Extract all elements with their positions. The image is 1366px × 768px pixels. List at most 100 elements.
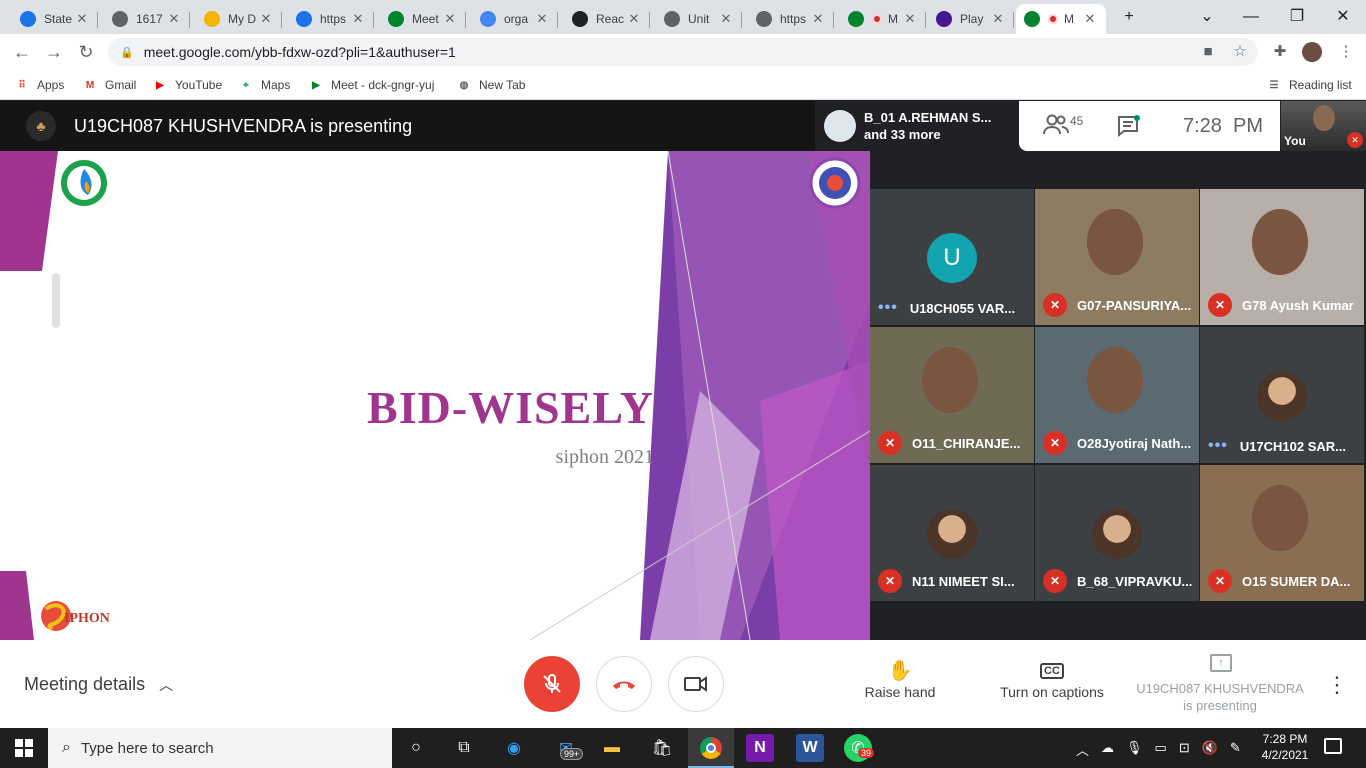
participant-tile[interactable]: ✕ N11 NIMEET SI...	[870, 465, 1034, 601]
notification-icon[interactable]	[1324, 738, 1342, 754]
participant-tile[interactable]: ✕ O15 SUMER DA...	[1200, 465, 1364, 601]
bookmark-item[interactable]: ▶ YouTube	[152, 76, 222, 94]
bookmark-item[interactable]: M Gmail	[82, 76, 137, 94]
meeting-details-label: Meeting details	[24, 674, 146, 694]
volume-muted-icon[interactable]: 🔇	[1202, 740, 1218, 759]
close-tab-icon[interactable]: ✕	[442, 11, 458, 27]
close-tab-icon[interactable]: ✕	[258, 11, 274, 27]
bookmark-item[interactable]: ◍ New Tab	[456, 76, 526, 94]
restore-button[interactable]: ❐	[1274, 4, 1320, 30]
chrome-taskbar-button[interactable]	[688, 728, 734, 768]
chat-button[interactable]	[1117, 115, 1141, 142]
globe-icon	[756, 11, 772, 27]
close-tab-icon[interactable]: ✕	[718, 11, 734, 27]
participant-tile[interactable]: ✕ G07-PANSURIYA...	[1035, 189, 1199, 325]
participant-tile[interactable]: ✕ B_68_VIPRAVKU...	[1035, 465, 1199, 601]
onedrive-icon[interactable]: ☁	[1101, 740, 1114, 759]
whatsapp-icon[interactable]: ✆ 39	[844, 734, 875, 762]
browser-tab[interactable]: M ✕	[1016, 4, 1106, 34]
browser-tab[interactable]: https ✕	[288, 4, 374, 34]
self-face	[1313, 105, 1335, 131]
camera-toggle-button[interactable]	[668, 656, 724, 712]
mic-off-icon: ✕	[1208, 569, 1232, 593]
bookmark-star-icon[interactable]: ☆	[1230, 42, 1250, 62]
mic-toggle-button[interactable]	[524, 656, 580, 712]
meeting-details-button[interactable]: Meeting details ︿	[24, 674, 173, 695]
more-options-icon[interactable]: ⋮	[1326, 672, 1348, 698]
profile-avatar[interactable]	[1302, 42, 1322, 62]
globe-icon: ◍	[459, 79, 469, 91]
raise-hand-button[interactable]: ✋ Raise hand	[860, 658, 940, 700]
meet-icon	[848, 11, 864, 27]
presenter-avatar: ♣	[26, 111, 56, 141]
bookmark-item[interactable]: ⌖ Maps	[238, 76, 290, 94]
close-tab-icon[interactable]: ✕	[534, 11, 550, 27]
browser-tab[interactable]: orga ✕	[472, 4, 558, 34]
browser-tab[interactable]: Reac ✕	[564, 4, 650, 34]
taskbar-search[interactable]: ⌕ Type here to search	[48, 728, 392, 768]
menu-kebab-icon[interactable]: ⋮	[1336, 42, 1356, 62]
close-tab-icon[interactable]: ✕	[990, 11, 1006, 27]
participant-tile[interactable]: ••• U17CH102 SAR...	[1200, 327, 1364, 463]
meet-icon	[388, 11, 404, 27]
task-view-icon[interactable]: ⧉	[450, 734, 478, 762]
forward-icon[interactable]: →	[42, 40, 66, 64]
edge-icon[interactable]: ◉	[500, 734, 528, 762]
participant-tile[interactable]: ✕ O28Jyotiraj Nath...	[1035, 327, 1199, 463]
extensions-icon[interactable]: ✚	[1270, 42, 1290, 62]
close-tab-icon[interactable]: ✕	[626, 11, 642, 27]
participant-video	[1252, 209, 1308, 275]
captions-button[interactable]: CC Turn on captions	[996, 658, 1108, 700]
bookmark-item[interactable]: ▶ Meet - dck-gngr-yuj	[308, 76, 434, 94]
close-window-button[interactable]: ✕	[1320, 4, 1366, 30]
word-icon[interactable]: W	[796, 734, 824, 762]
browser-tab[interactable]: State ✕	[12, 4, 98, 34]
minimize-button[interactable]: —	[1228, 4, 1274, 30]
address-bar[interactable]: 🔒 meet.google.com/ybb-fdxw-ozd?pli=1&aut…	[108, 38, 1258, 66]
cortana-icon[interactable]: ○	[402, 734, 430, 762]
camera-icon[interactable]: ■	[1198, 42, 1218, 62]
people-button[interactable]: 45	[1043, 114, 1083, 136]
network-icon[interactable]: ⊡	[1179, 740, 1190, 759]
close-tab-icon[interactable]: ✕	[902, 11, 918, 27]
clock-date: 4/2/2021	[1261, 748, 1309, 762]
participants-chip[interactable]: B_01 A.REHMAN S... and 33 more	[820, 101, 1019, 151]
browser-tab[interactable]: Unit ✕	[656, 4, 742, 34]
taskbar-clock[interactable]: 7:28 PM 4/2/2021	[1252, 731, 1318, 763]
microphone-icon[interactable]: 🎙	[1126, 740, 1143, 759]
self-view-tile[interactable]: You ✕	[1281, 101, 1366, 151]
close-tab-icon[interactable]: ✕	[810, 11, 826, 27]
chevron-up-icon[interactable]: ︿	[1076, 740, 1089, 759]
pen-icon[interactable]: ✎	[1230, 740, 1241, 759]
windows-start-icon[interactable]	[10, 734, 38, 762]
tab-search-icon[interactable]: ⌄	[1184, 4, 1230, 30]
browser-tab[interactable]: https ✕	[748, 4, 834, 34]
youtube-icon: ▶	[156, 79, 164, 91]
participant-avatar	[824, 110, 856, 142]
battery-icon[interactable]: ▭	[1155, 740, 1167, 759]
participant-tile[interactable]: ✕ O11_CHIRANJE...	[870, 327, 1034, 463]
onenote-icon[interactable]: N	[746, 734, 774, 762]
browser-tab[interactable]: M ✕	[840, 4, 926, 34]
browser-tab[interactable]: Play ✕	[928, 4, 1014, 34]
mail-icon[interactable]: ✉ 99+	[552, 734, 584, 762]
close-tab-icon[interactable]: ✕	[350, 11, 366, 27]
close-tab-icon[interactable]: ✕	[166, 11, 182, 27]
participant-tile[interactable]: ✕ G78 Ayush Kumar	[1200, 189, 1364, 325]
reading-list[interactable]: ☰ Reading list	[1266, 76, 1352, 94]
mic-off-icon: ✕	[1043, 569, 1067, 593]
browser-tab[interactable]: My D ✕	[196, 4, 282, 34]
close-tab-icon[interactable]: ✕	[1082, 11, 1098, 27]
close-tab-icon[interactable]: ✕	[74, 11, 90, 27]
browser-tab[interactable]: 1617 ✕	[104, 4, 190, 34]
back-icon[interactable]: ←	[10, 40, 34, 64]
new-tab-button[interactable]: +	[1106, 4, 1152, 30]
participant-name-row: ✕ O28Jyotiraj Nath...	[1043, 431, 1195, 455]
bookmark-item[interactable]: ⠿ Apps	[14, 76, 64, 94]
reload-icon[interactable]: ↻	[74, 40, 98, 64]
leave-call-button[interactable]	[596, 656, 652, 712]
store-icon[interactable]: 🛍	[648, 734, 676, 762]
participant-tile[interactable]: U ••• U18CH055 VAR...	[870, 189, 1034, 325]
browser-tab[interactable]: Meet ✕	[380, 4, 466, 34]
file-explorer-icon[interactable]: ▬	[598, 734, 626, 762]
